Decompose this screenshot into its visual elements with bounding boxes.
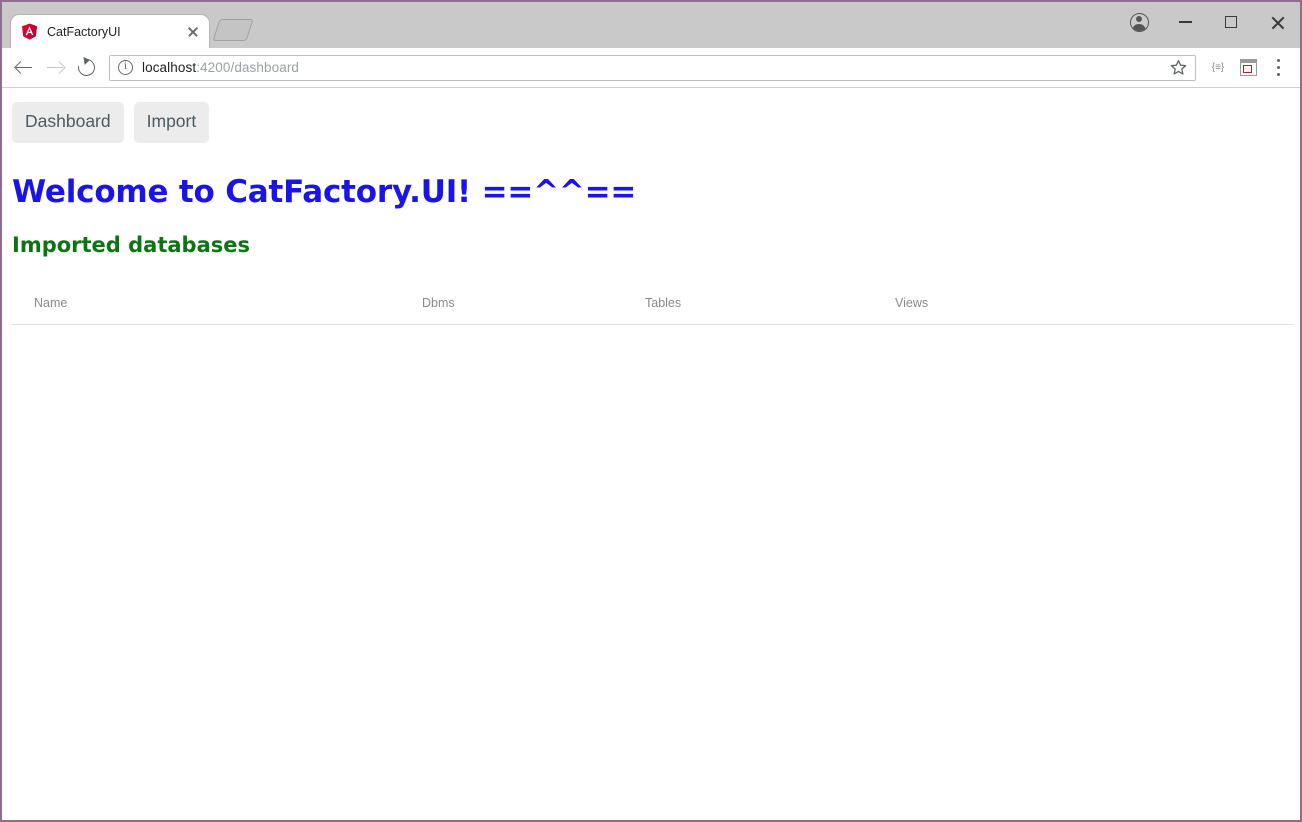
column-header-tables[interactable]: Tables: [642, 295, 892, 325]
address-bar[interactable]: localhost:4200/dashboard: [109, 54, 1196, 81]
profile-icon: [1129, 12, 1149, 32]
extension-one-button[interactable]: {≡}: [1204, 54, 1232, 82]
braces-icon: {≡}: [1211, 62, 1225, 73]
browser-window: CatFactoryUI i localhost:4200/dashboard …: [0, 0, 1302, 822]
close-window-button[interactable]: [1254, 2, 1300, 42]
new-tab-button[interactable]: [212, 16, 258, 46]
browser-tab[interactable]: CatFactoryUI: [10, 14, 210, 48]
maximize-icon: [1225, 16, 1237, 28]
profile-button[interactable]: [1116, 2, 1162, 42]
nav-link-import[interactable]: Import: [133, 102, 210, 143]
extension-icon: [1239, 59, 1257, 76]
page-content: Dashboard Import Welcome to CatFactory.U…: [2, 88, 1300, 820]
info-icon[interactable]: [118, 58, 133, 75]
url-path: :4200/dashboard: [196, 60, 300, 75]
extension-two-button[interactable]: [1234, 54, 1262, 82]
back-arrow-icon: [15, 59, 33, 77]
maximize-button[interactable]: [1208, 2, 1254, 42]
table-header: Name Dbms Tables Views: [12, 295, 1294, 325]
app-navigation: Dashboard Import: [2, 88, 1300, 143]
page-title: Welcome to CatFactory.UI! ==^^==: [12, 173, 637, 210]
forward-arrow-icon: [46, 59, 64, 77]
reload-button[interactable]: [72, 54, 100, 82]
browser-toolbar: localhost:4200/dashboard {≡}: [2, 48, 1300, 88]
angular-logo-icon: [21, 23, 38, 40]
column-header-name[interactable]: Name: [12, 295, 417, 325]
star-icon[interactable]: [1170, 59, 1187, 76]
minimize-button[interactable]: [1162, 2, 1208, 42]
tab-strip: CatFactoryUI: [2, 2, 1300, 48]
forward-button: [41, 54, 69, 82]
three-dots-menu-icon: [1276, 59, 1280, 76]
back-button[interactable]: [10, 54, 38, 82]
imported-databases-table: Name Dbms Tables Views: [12, 295, 1294, 325]
section-title: Imported databases: [12, 232, 250, 257]
window-controls: [1116, 2, 1300, 42]
url-host: localhost: [142, 60, 197, 75]
close-icon: [1270, 15, 1285, 30]
column-header-views[interactable]: Views: [892, 295, 1294, 325]
tab-title: CatFactoryUI: [47, 24, 121, 39]
minimize-icon: [1178, 21, 1192, 23]
close-icon[interactable]: [185, 24, 201, 40]
url-text: localhost:4200/dashboard: [142, 60, 299, 75]
nav-link-dashboard[interactable]: Dashboard: [12, 102, 124, 143]
table-header-row: Name Dbms Tables Views: [12, 295, 1294, 325]
reload-icon: [74, 55, 98, 80]
new-tab-shape: [212, 19, 254, 41]
browser-menu-button[interactable]: [1264, 54, 1292, 82]
column-header-dbms[interactable]: Dbms: [417, 295, 642, 325]
